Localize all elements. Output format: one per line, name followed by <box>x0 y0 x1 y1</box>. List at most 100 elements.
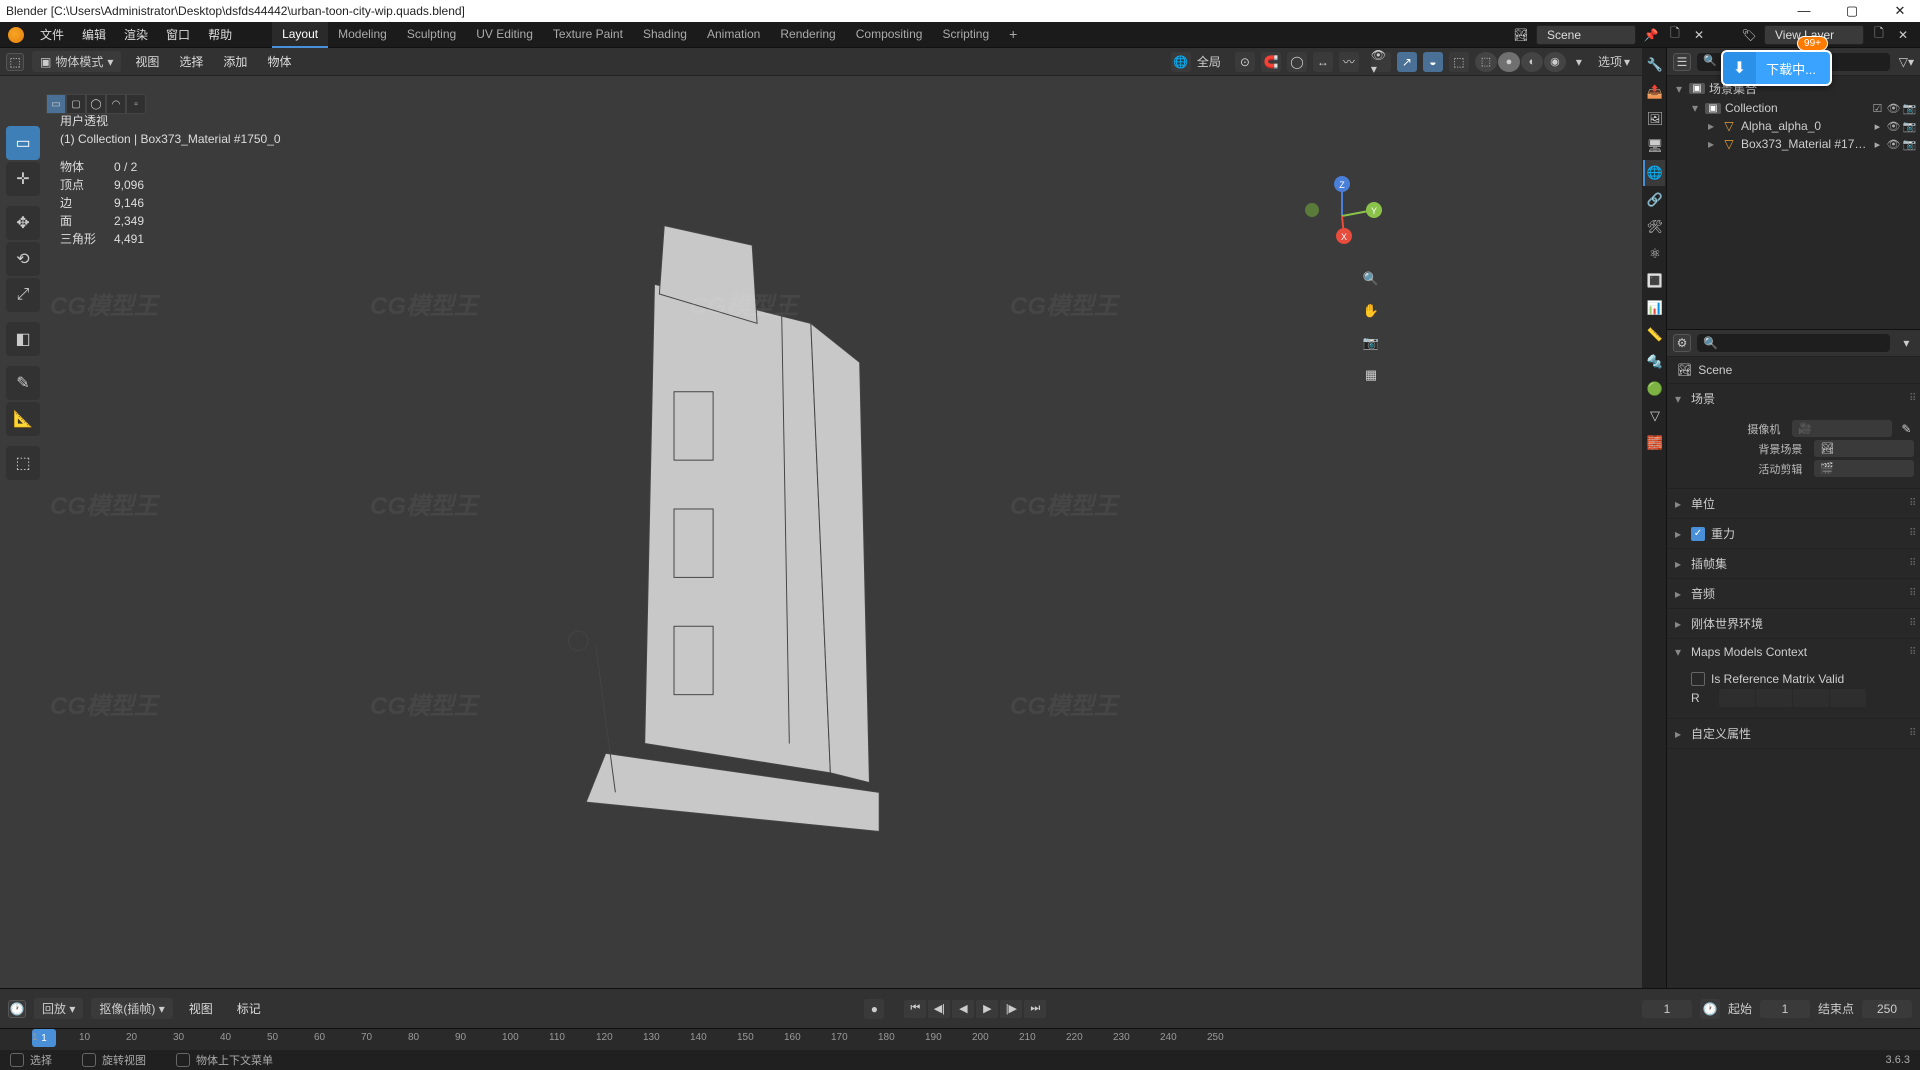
drag-handle-icon[interactable]: ⠿ <box>1909 618 1914 629</box>
camera-icon[interactable]: 📷 <box>1902 138 1916 151</box>
prop-tab-12[interactable]: 🟢 <box>1643 376 1665 402</box>
viewlayer-browse-icon[interactable]: 🏷 <box>1740 26 1758 44</box>
global-label[interactable]: 全局 <box>1197 53 1221 70</box>
bgscene-field[interactable]: 🏞 <box>1814 440 1914 457</box>
3d-viewport[interactable]: 用户透视 (1) Collection | Box373_Material #1… <box>0 76 1642 988</box>
outliner-collection-row[interactable]: ▾ ▣ Collection ☑ 👁 📷 <box>1667 99 1920 117</box>
drag-handle-icon[interactable]: ⠿ <box>1909 528 1914 539</box>
shading-solid[interactable]: ● <box>1498 52 1520 72</box>
proportional-icon[interactable]: ◯ <box>1287 52 1307 72</box>
blender-logo-icon[interactable] <box>8 27 24 43</box>
overlays-toggle-icon[interactable]: ◒ <box>1423 52 1443 72</box>
prop-tab-1[interactable]: 📤 <box>1643 79 1665 105</box>
panel-rigid-header[interactable]: ▸刚体世界环境⠿ <box>1667 609 1920 638</box>
maximize-button[interactable]: ▢ <box>1838 3 1866 19</box>
options-dropdown[interactable]: 选项 ▾ <box>1592 51 1636 72</box>
drag-handle-icon[interactable]: ⠿ <box>1909 588 1914 599</box>
scene-pin-icon[interactable]: 📌 <box>1642 26 1660 44</box>
prop-tab-8[interactable]: 🔳 <box>1643 268 1665 294</box>
tool-cursor[interactable]: ✛ <box>6 162 40 196</box>
prop-tab-11[interactable]: 🔩 <box>1643 349 1665 375</box>
jump-end-icon[interactable]: ⏭ <box>1024 1000 1046 1018</box>
end-frame-field[interactable]: 250 <box>1862 1000 1912 1018</box>
workspace-tab-compositing[interactable]: Compositing <box>846 22 933 48</box>
timeline-menu-view[interactable]: 视图 <box>181 998 221 1019</box>
snap-icon[interactable]: 🧲 <box>1261 52 1281 72</box>
minimize-button[interactable]: — <box>1790 3 1818 19</box>
camera-field[interactable]: 🎥 <box>1792 420 1892 437</box>
eye-icon[interactable]: 👁 <box>1886 120 1900 133</box>
scene-name-field[interactable]: Scene <box>1536 25 1636 45</box>
workspace-tab-modeling[interactable]: Modeling <box>328 22 397 48</box>
zoom-icon[interactable]: 🔍 <box>1358 266 1384 292</box>
outliner-filter-icon[interactable]: ▽▾ <box>1896 53 1916 71</box>
selmode-circle[interactable]: ◯ <box>86 94 106 114</box>
shading-chevron-icon[interactable]: ▾ <box>1572 55 1586 69</box>
prop-tab-0[interactable]: 🔧 <box>1643 52 1665 78</box>
prop-tab-3[interactable]: 🖥 <box>1643 133 1665 159</box>
drag-handle-icon[interactable]: ⠿ <box>1909 728 1914 739</box>
drag-handle-icon[interactable]: ⠿ <box>1909 498 1914 509</box>
pan-icon[interactable]: ✋ <box>1358 298 1384 324</box>
play-reverse-icon[interactable]: ◀ <box>952 1000 974 1018</box>
disclosure-icon[interactable]: ▸ <box>1870 120 1884 133</box>
panel-custom-header[interactable]: ▸自定义属性⠿ <box>1667 719 1920 748</box>
camera-icon[interactable]: 📷 <box>1902 120 1916 133</box>
prop-tab-13[interactable]: ▽ <box>1643 403 1665 429</box>
prop-tab-10[interactable]: 📏 <box>1643 322 1665 348</box>
tool-transform[interactable]: ◧ <box>6 322 40 356</box>
keying-dropdown[interactable]: 抠像(插帧) ▾ <box>91 998 172 1019</box>
prop-tab-6[interactable]: 🛠 <box>1643 214 1665 240</box>
selmode-lasso[interactable]: ◠ <box>106 94 126 114</box>
workspace-tab-layout[interactable]: Layout <box>272 22 328 48</box>
timeline-ruler[interactable]: 1 11020304050607080901001101201301401501… <box>0 1028 1920 1050</box>
prop-tab-4[interactable]: 🌐 <box>1643 160 1665 186</box>
close-button[interactable]: ✕ <box>1886 3 1914 19</box>
perspective-toggle-icon[interactable]: ▦ <box>1358 362 1384 388</box>
visibility-icon[interactable]: 👁▾ <box>1371 52 1391 72</box>
matrix-valid-checkbox[interactable] <box>1691 672 1705 686</box>
tool-move[interactable]: ✥ <box>6 206 40 240</box>
prop-tab-2[interactable]: 🖼 <box>1643 106 1665 132</box>
panel-keying-header[interactable]: ▸插帧集⠿ <box>1667 549 1920 578</box>
workspace-tab-uvediting[interactable]: UV Editing <box>466 22 543 48</box>
workspace-tab-texpaint[interactable]: Texture Paint <box>543 22 633 48</box>
tool-annotate[interactable]: ✎ <box>6 366 40 400</box>
menu-help[interactable]: 帮助 <box>200 24 240 45</box>
timeline-menu-marker[interactable]: 标记 <box>229 998 269 1019</box>
play-icon[interactable]: ▶ <box>976 1000 998 1018</box>
camera-view-icon[interactable]: 📷 <box>1358 330 1384 356</box>
outliner-object-row[interactable]: ▸ ▽ Box373_Material #17… ▸ 👁 📷 <box>1667 135 1920 153</box>
outliner-editor-icon[interactable]: ☰ <box>1673 53 1691 71</box>
properties-editor-icon[interactable]: ⚙ <box>1673 334 1691 352</box>
orientation-icon[interactable]: 🌐 <box>1171 52 1191 72</box>
scene-delete-icon[interactable]: ✕ <box>1690 26 1708 44</box>
drag-handle-icon[interactable]: ⠿ <box>1909 558 1914 569</box>
download-button[interactable]: ⬇ 下载中... <box>1721 50 1832 86</box>
tool-scale[interactable]: ⤢ <box>6 278 40 312</box>
preview-range-icon[interactable]: 🕐 <box>1700 999 1720 1019</box>
menu-edit[interactable]: 编辑 <box>74 24 114 45</box>
prop-tab-5[interactable]: 🔗 <box>1643 187 1665 213</box>
editor-type-icon[interactable]: ⬚ <box>6 53 24 71</box>
selmode-tweak[interactable]: ▭ <box>46 94 66 114</box>
prop-tab-7[interactable]: ⚛ <box>1643 241 1665 267</box>
gizmo-toggle-icon[interactable]: ↗ <box>1397 52 1417 72</box>
eye-icon[interactable]: 👁 <box>1886 102 1900 115</box>
prop-tab-9[interactable]: 📊 <box>1643 295 1665 321</box>
keyframe-next-icon[interactable]: |▶ <box>1000 1000 1022 1018</box>
panel-units-header[interactable]: ▸单位⠿ <box>1667 489 1920 518</box>
current-frame-field[interactable]: 1 <box>1642 1000 1692 1018</box>
camera-icon[interactable]: 📷 <box>1902 102 1916 115</box>
vp-menu-view[interactable]: 视图 <box>129 51 165 72</box>
shading-matprev[interactable]: ◐ <box>1521 52 1543 72</box>
drag-handle-icon[interactable]: ⠿ <box>1909 647 1914 658</box>
selmode-more[interactable]: ▫ <box>126 94 146 114</box>
axis-gizmo[interactable]: Z Y X <box>1302 176 1382 256</box>
shading-rendered[interactable]: ◉ <box>1544 52 1566 72</box>
shading-wireframe[interactable]: ⬚ <box>1475 52 1497 72</box>
menu-file[interactable]: 文件 <box>32 24 72 45</box>
xray-icon[interactable]: ⬚ <box>1449 52 1469 72</box>
eyedropper-icon[interactable]: ✎ <box>1898 422 1914 436</box>
workspace-tab-scripting[interactable]: Scripting <box>932 22 999 48</box>
